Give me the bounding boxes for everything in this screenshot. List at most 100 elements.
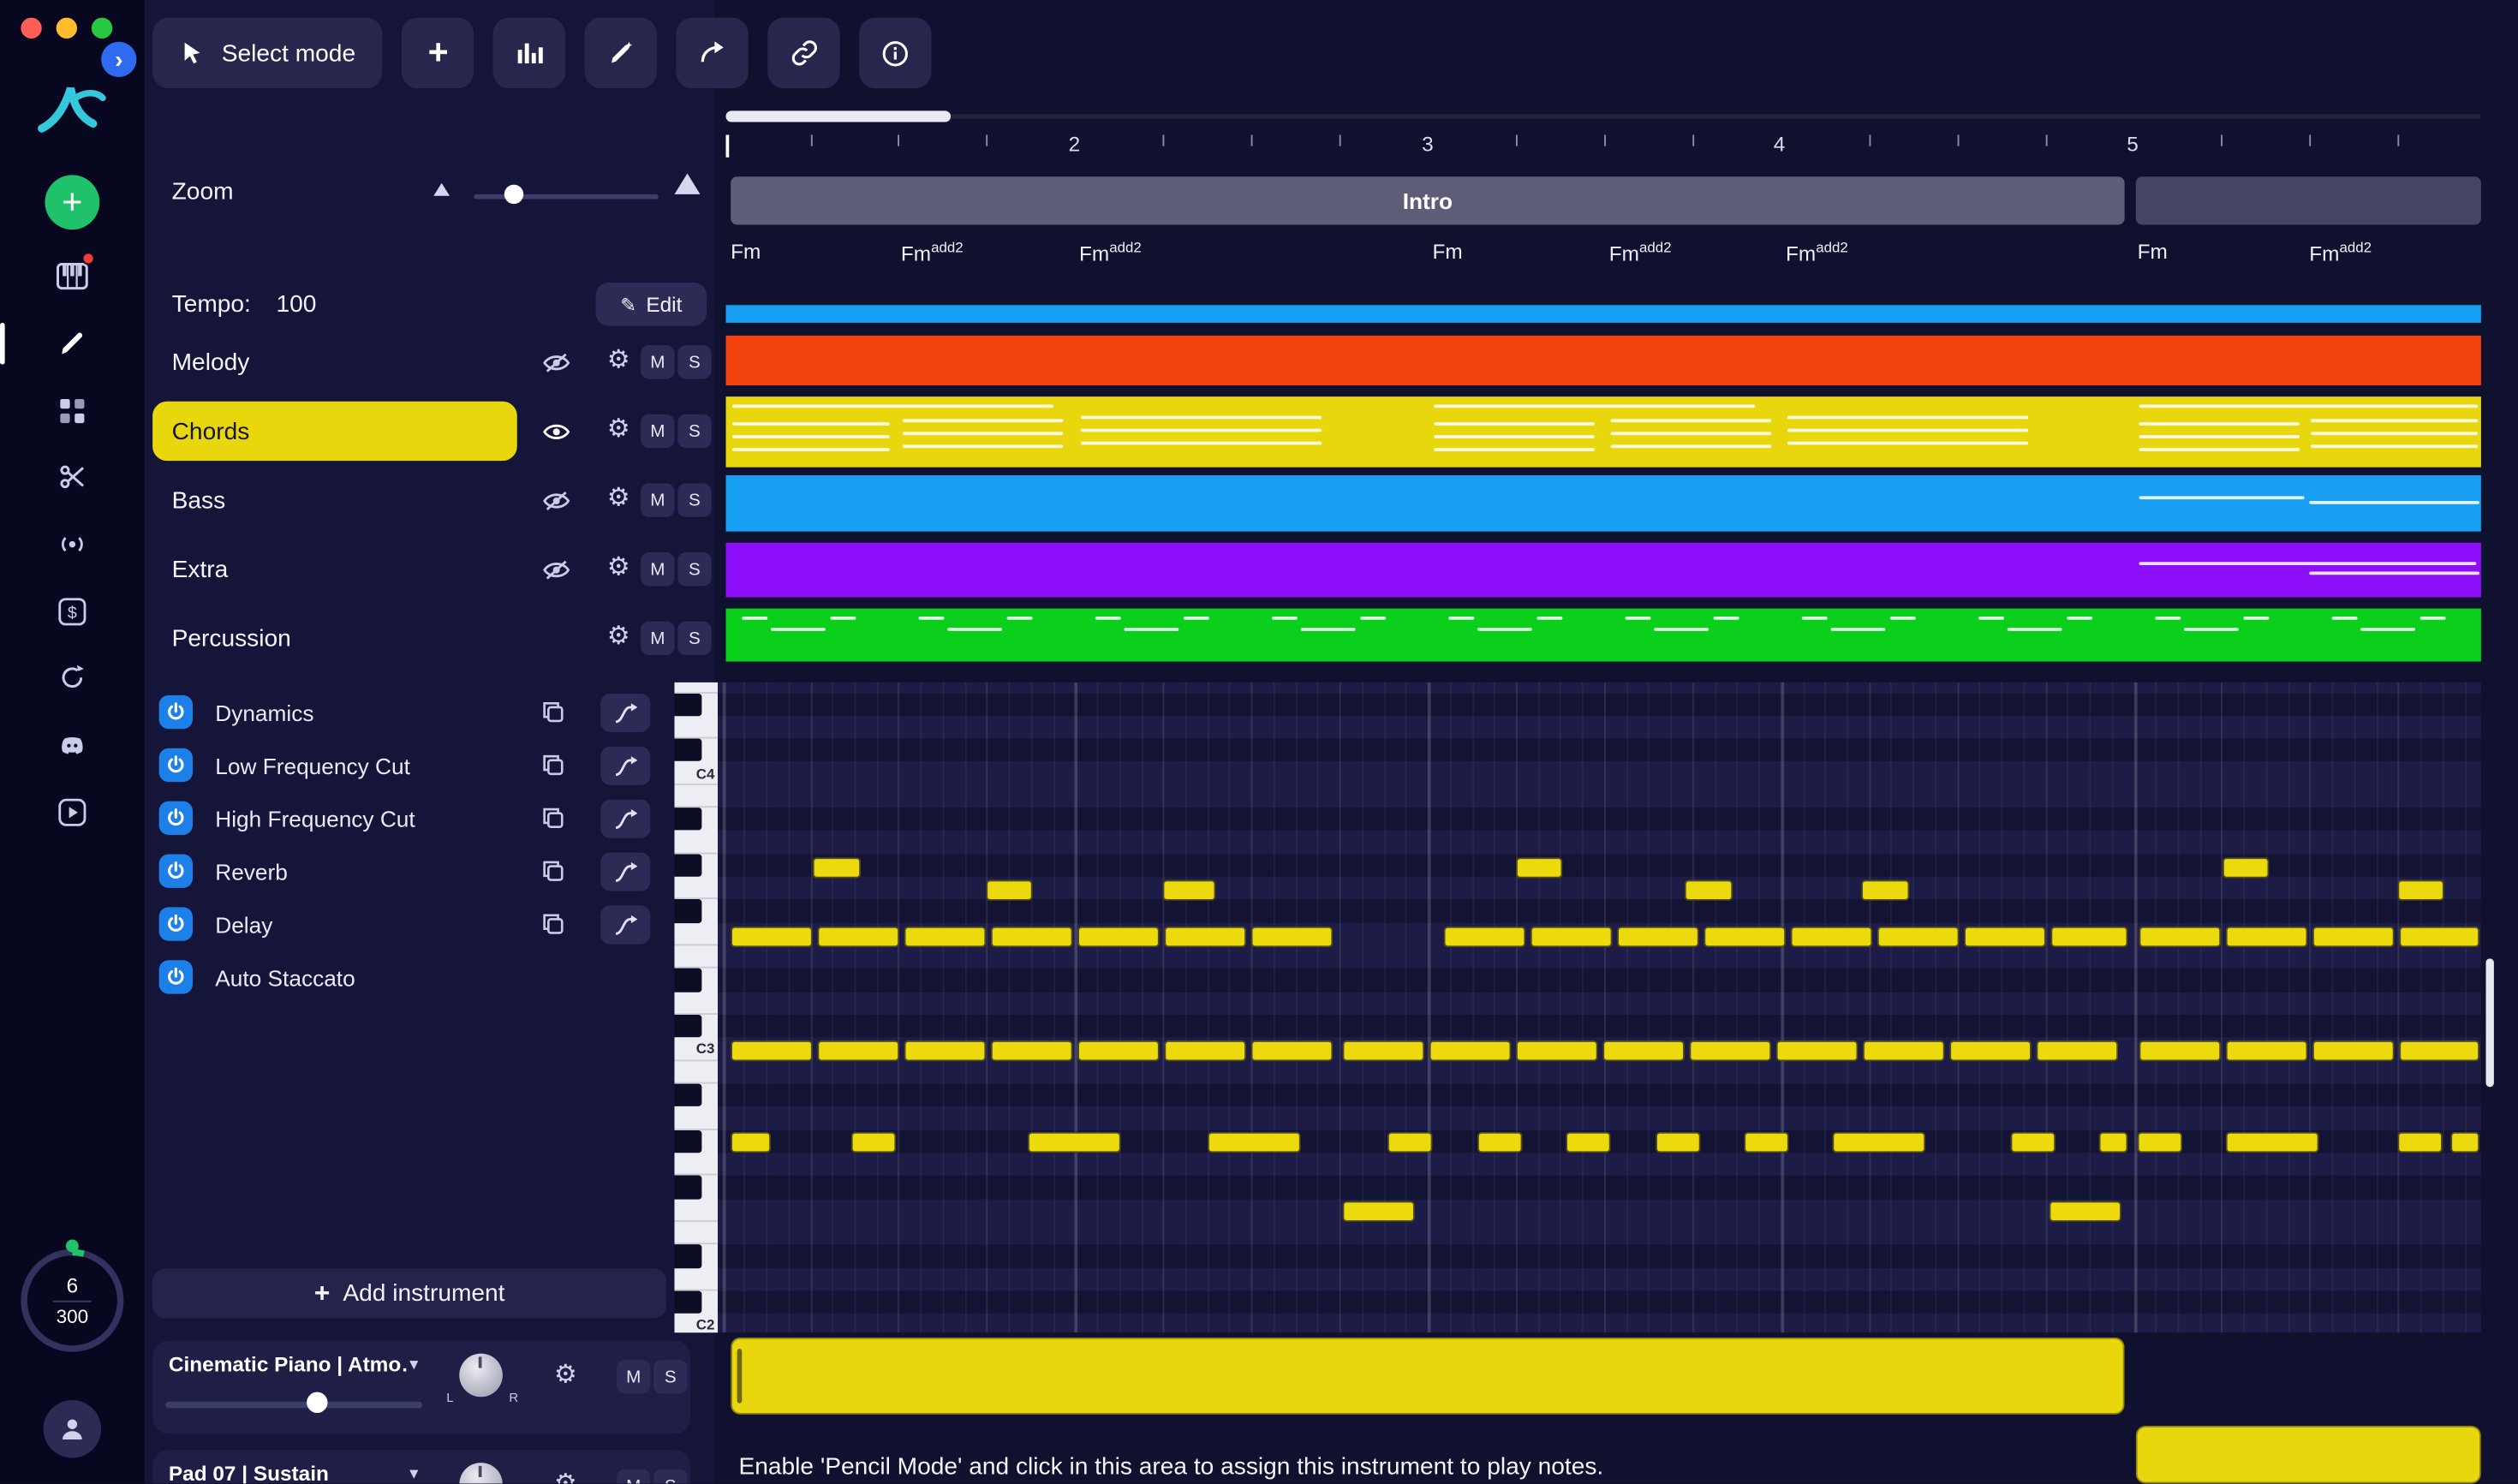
midi-note[interactable] — [2399, 926, 2479, 948]
instrument-card-2[interactable]: Pad 07 | Sustain▾LR⚙MS — [152, 1450, 691, 1484]
automation-curve-button[interactable] — [600, 852, 651, 891]
zoom-in-icon[interactable] — [674, 173, 701, 194]
effect-row-dynamics[interactable]: Dynamics — [152, 686, 714, 739]
black-key[interactable] — [674, 1245, 702, 1268]
midi-note[interactable] — [2223, 857, 2270, 879]
horizontal-scrollbar-thumb[interactable] — [725, 110, 951, 122]
pan-knob[interactable] — [459, 1463, 503, 1484]
rail-item-loop[interactable] — [44, 649, 102, 707]
mute-button[interactable]: M — [641, 414, 675, 449]
lane-extra[interactable] — [725, 542, 2481, 598]
midi-note[interactable] — [2450, 1131, 2479, 1153]
midi-note[interactable] — [1566, 1131, 1611, 1153]
solo-button[interactable]: S — [677, 345, 712, 379]
automation-curve-button[interactable] — [600, 746, 651, 785]
power-toggle[interactable] — [158, 694, 193, 730]
create-button[interactable]: + — [45, 175, 100, 230]
power-toggle[interactable] — [158, 907, 193, 941]
midi-note[interactable] — [2397, 1131, 2443, 1153]
midi-note[interactable] — [1164, 926, 1246, 948]
redo-button[interactable] — [677, 17, 749, 89]
midi-note[interactable] — [731, 1040, 813, 1062]
track-row-chords[interactable]: Chords ⚙ M S — [152, 396, 714, 466]
copy-icon[interactable] — [541, 700, 565, 724]
instrument-clip-1[interactable] — [731, 1337, 2125, 1415]
instrument-name[interactable]: Pad 07 | Sustain — [169, 1461, 329, 1483]
midi-note[interactable] — [2050, 926, 2128, 948]
chevron-down-icon[interactable]: ▾ — [409, 1463, 418, 1484]
midi-note[interactable] — [904, 926, 987, 948]
effect-row-reverb[interactable]: Reverb — [152, 844, 714, 897]
midi-note[interactable] — [1077, 1040, 1160, 1062]
midi-note[interactable] — [2399, 1040, 2479, 1062]
tempo-edit-button[interactable]: ✎ Edit — [595, 283, 707, 326]
effect-row-high-frequency-cut[interactable]: High Frequency Cut — [152, 791, 714, 844]
power-toggle[interactable] — [158, 801, 193, 835]
rail-item-play[interactable] — [44, 784, 102, 842]
gear-icon[interactable]: ⚙ — [607, 486, 630, 512]
black-key[interactable] — [674, 1083, 702, 1107]
mute-button[interactable]: M — [641, 621, 675, 655]
histogram-button[interactable] — [493, 17, 566, 89]
effect-row-delay[interactable]: Delay — [152, 897, 714, 951]
midi-note[interactable] — [2036, 1040, 2119, 1062]
select-mode-button[interactable]: Select mode — [152, 17, 383, 89]
lane-overview[interactable] — [725, 305, 2481, 323]
midi-note[interactable] — [1744, 1131, 1789, 1153]
midi-note[interactable] — [1516, 857, 1563, 879]
midi-note[interactable] — [731, 926, 813, 948]
midi-note[interactable] — [850, 1131, 897, 1153]
black-key[interactable] — [674, 1015, 702, 1039]
power-toggle[interactable] — [158, 854, 193, 888]
rail-item-blocks[interactable] — [44, 382, 102, 440]
mute-button[interactable]: M — [641, 345, 675, 379]
instrument-name[interactable]: Cinematic Piano | Atmo… — [169, 1352, 407, 1376]
midi-note[interactable] — [817, 1040, 899, 1062]
pencil-mode-button[interactable] — [585, 17, 658, 89]
midi-note[interactable] — [2137, 1131, 2183, 1153]
rail-item-piano[interactable] — [44, 247, 102, 306]
midi-note[interactable] — [2225, 1040, 2308, 1062]
rail-item-dollar[interactable]: $ — [44, 583, 102, 641]
automation-curve-button[interactable] — [600, 905, 651, 945]
midi-note[interactable] — [1429, 1040, 1512, 1062]
midi-note[interactable] — [1949, 1040, 2032, 1062]
midi-note[interactable] — [2098, 1131, 2128, 1153]
instrument-card-1[interactable]: Cinematic Piano | Atmo… ▾ L R ⚙ M S — [152, 1340, 691, 1434]
midi-note[interactable] — [904, 1040, 987, 1062]
minimize-button[interactable] — [56, 17, 77, 39]
playhead-marker[interactable] — [725, 134, 730, 158]
horizontal-scrollbar-track[interactable] — [725, 114, 2481, 119]
black-key[interactable] — [674, 1290, 702, 1314]
pan-knob[interactable] — [459, 1353, 503, 1398]
solo-button[interactable]: S — [677, 621, 712, 655]
gear-icon[interactable]: ⚙ — [607, 623, 630, 650]
midi-note[interactable] — [2312, 1040, 2395, 1062]
midi-note[interactable] — [1387, 1131, 1433, 1153]
midi-note[interactable] — [2225, 926, 2308, 948]
eye-icon[interactable] — [543, 420, 570, 442]
zoom-slider[interactable] — [474, 194, 659, 200]
gear-icon[interactable]: ⚙ — [607, 555, 630, 581]
section-header-intro[interactable]: Intro — [731, 176, 2125, 225]
add-instrument-button[interactable]: + Add instrument — [152, 1268, 667, 1319]
midi-note[interactable] — [1443, 926, 1526, 948]
midi-note[interactable] — [1164, 1040, 1246, 1062]
track-row-extra[interactable]: Extra ⚙ M S — [152, 534, 714, 604]
maximize-button[interactable] — [91, 17, 113, 39]
track-row-melody[interactable]: Melody ⚙ M S — [152, 328, 714, 397]
midi-note[interactable] — [1477, 1131, 1523, 1153]
rail-item-pencil[interactable] — [0, 315, 102, 373]
mute-button[interactable]: M — [641, 483, 675, 517]
solo-button[interactable]: S — [653, 1469, 688, 1484]
midi-note[interactable] — [1863, 1040, 1945, 1062]
midi-note[interactable] — [1689, 1040, 1772, 1062]
solo-button[interactable]: S — [677, 414, 712, 449]
midi-note[interactable] — [990, 926, 1073, 948]
midi-note[interactable] — [1617, 926, 1699, 948]
add-button[interactable]: + — [402, 17, 474, 89]
copy-icon[interactable] — [541, 859, 565, 883]
midi-note[interactable] — [1530, 926, 1613, 948]
section-header[interactable] — [2135, 176, 2481, 225]
mute-button[interactable]: M — [641, 552, 675, 587]
